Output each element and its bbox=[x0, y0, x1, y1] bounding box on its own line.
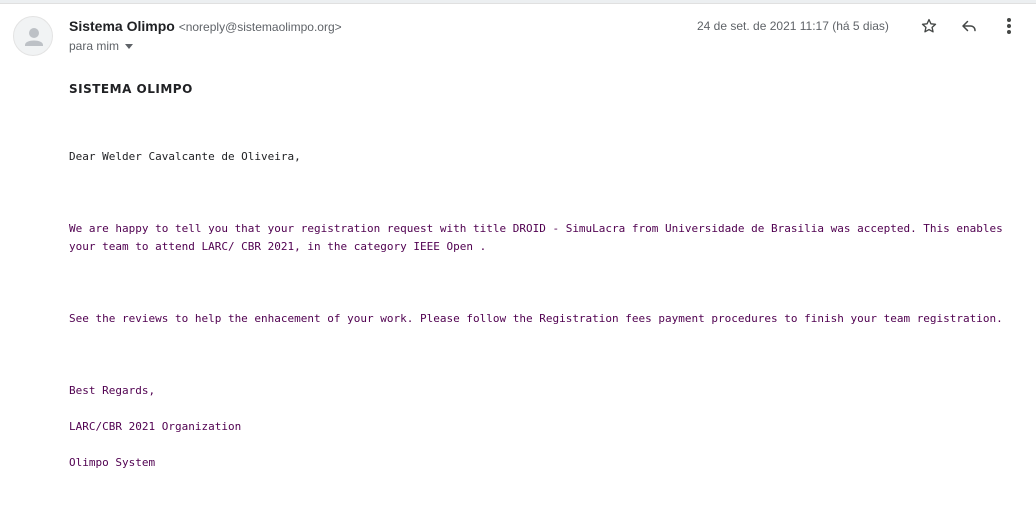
recipient-label: para mim bbox=[69, 39, 120, 53]
acceptance-paragraph: We are happy to tell you that your regis… bbox=[69, 222, 1003, 253]
message-date: 24 de set. de 2021 11:17 (há 5 dias) bbox=[697, 19, 889, 33]
chevron-down-icon bbox=[125, 43, 134, 49]
greeting: Dear Welder Cavalcante de Oliveira, bbox=[69, 150, 301, 163]
reply-button[interactable] bbox=[955, 12, 983, 40]
sender-avatar[interactable] bbox=[13, 16, 53, 56]
more-vert-icon bbox=[1007, 18, 1011, 34]
sender-email: <noreply@sistemaolimpo.org> bbox=[178, 20, 342, 34]
reply-icon bbox=[962, 20, 976, 32]
top-divider bbox=[0, 0, 1036, 4]
star-button[interactable] bbox=[915, 12, 943, 40]
sender-line: Sistema Olimpo <noreply@sistemaolimpo.or… bbox=[69, 16, 342, 37]
email-heading: SISTEMA OLIMPO bbox=[69, 82, 193, 96]
sender-name[interactable]: Sistema Olimpo bbox=[69, 18, 175, 34]
closing-line: Best Regards, bbox=[69, 384, 156, 397]
reviews-paragraph: See the reviews to help the enhacement o… bbox=[69, 312, 1003, 325]
star-icon bbox=[921, 18, 937, 33]
more-options-button[interactable] bbox=[995, 12, 1023, 40]
person-icon bbox=[25, 28, 43, 46]
signature-system: Olimpo System bbox=[69, 456, 156, 469]
signature-organization: LARC/CBR 2021 Organization bbox=[69, 420, 242, 433]
recipient-details-toggle[interactable]: para mim bbox=[69, 37, 134, 55]
